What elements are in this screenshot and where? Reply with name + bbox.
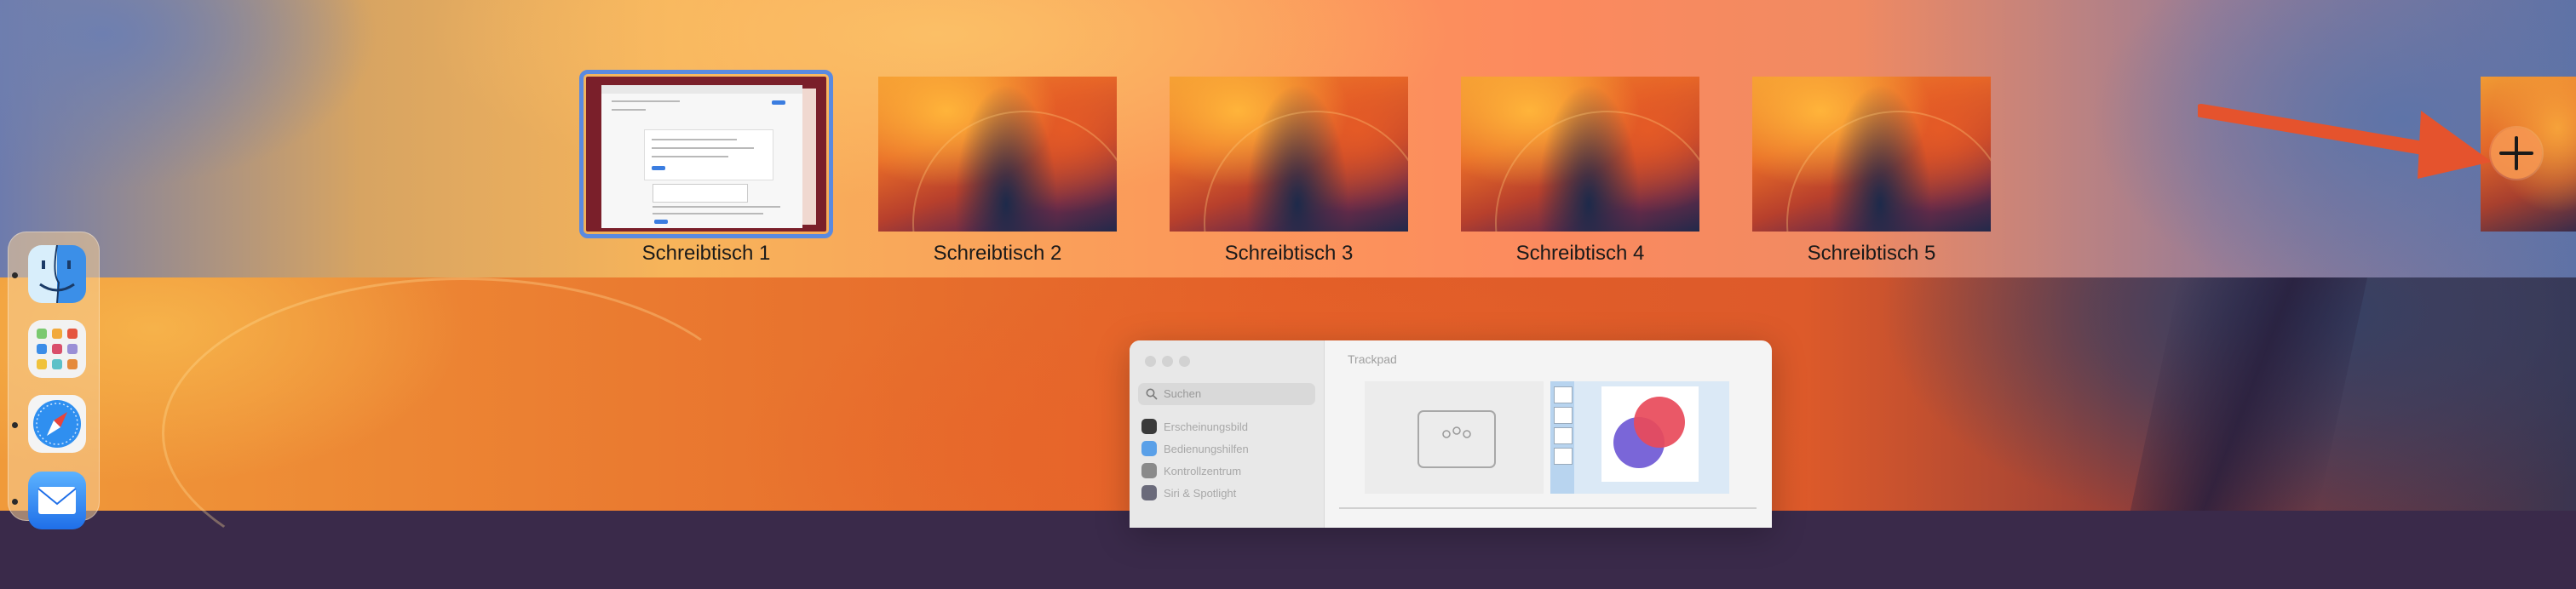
mission-control-spaces-bar: Schreibtisch 1 Schreibtisch 2 Schreibtis… [0, 0, 2576, 277]
preview-card [1601, 386, 1699, 482]
space-thumbnail-3[interactable] [1170, 77, 1408, 232]
mini-toolbar [601, 85, 802, 94]
pane-title: Trackpad [1348, 352, 1397, 366]
control-center-icon [1141, 463, 1157, 478]
preview-sidebar-strip [1550, 381, 1574, 494]
mini-card [644, 129, 773, 180]
mail-icon[interactable] [28, 472, 86, 529]
mini-card [653, 184, 748, 203]
accessibility-icon [1141, 441, 1157, 456]
mini-browser-window [601, 85, 802, 228]
space-label-1: Schreibtisch 1 [641, 242, 771, 265]
dock [8, 232, 100, 529]
space-thumbnail-5[interactable] [1752, 77, 1991, 232]
mini-button [652, 166, 665, 170]
mini-text-line [653, 213, 763, 214]
trackpad-illustration [1417, 410, 1496, 468]
sidebar-item-appearance[interactable]: Erscheinungsbild [1141, 417, 1248, 436]
space-label-4: Schreibtisch 4 [1515, 242, 1645, 265]
preview-thumb [1554, 386, 1573, 403]
sidebar-item-label: Siri & Spotlight [1164, 486, 1237, 500]
sidebar-item-control-center[interactable]: Kontrollzentrum [1141, 461, 1241, 480]
mini-text-line [652, 147, 754, 149]
space-thumbnail-4[interactable] [1461, 77, 1699, 232]
running-indicator [12, 272, 18, 278]
mini-text-line [653, 206, 780, 208]
preview-thumb [1554, 448, 1573, 465]
close-window-button[interactable] [1145, 356, 1156, 367]
sidebar-item-label: Erscheinungsbild [1164, 420, 1249, 433]
mini-button [772, 100, 785, 105]
red-arrow-icon [2198, 104, 2492, 179]
sidebar-item-siri-spotlight[interactable]: Siri & Spotlight [1141, 483, 1236, 502]
mini-text-line [612, 100, 680, 102]
running-indicator [12, 499, 18, 505]
mini-text-line [612, 109, 646, 111]
search-field[interactable]: Suchen [1138, 383, 1315, 405]
wallpaper-swoosh [162, 277, 763, 589]
gesture-illustration [1365, 381, 1544, 494]
zoom-window-button[interactable] [1179, 356, 1190, 367]
search-placeholder: Suchen [1164, 387, 1202, 400]
sidebar-item-accessibility[interactable]: Bedienungshilfen [1141, 439, 1249, 458]
appearance-icon [1141, 419, 1157, 434]
siri-icon [1141, 485, 1157, 500]
launchpad-icon[interactable] [28, 320, 86, 378]
minimize-window-button[interactable] [1162, 356, 1173, 367]
running-indicator [12, 422, 18, 428]
finger-dots-icon [1442, 426, 1471, 438]
space-label-2: Schreibtisch 2 [933, 242, 1062, 265]
space-thumbnail-1[interactable] [579, 70, 833, 238]
settings-sidebar: Suchen Erscheinungsbild Bedienungshilfen… [1130, 340, 1325, 528]
wallpaper-ridge [2130, 277, 2368, 511]
space-thumbnail-2[interactable] [878, 77, 1117, 232]
space-label-5: Schreibtisch 5 [1807, 242, 1936, 265]
mini-text-line [652, 156, 728, 157]
space-label-3: Schreibtisch 3 [1224, 242, 1354, 265]
system-settings-window: Suchen Erscheinungsbild Bedienungshilfen… [1130, 340, 1772, 528]
mini-text-line [652, 139, 737, 140]
safari-icon[interactable] [28, 395, 86, 453]
overlapping-circles-icon [1613, 397, 1685, 468]
search-icon [1146, 388, 1158, 400]
gesture-preview [1550, 381, 1729, 494]
finder-icon[interactable] [28, 245, 86, 303]
preview-thumb [1554, 427, 1573, 444]
mini-side-window [802, 89, 816, 225]
settings-divider [1339, 507, 1757, 509]
preview-thumb [1554, 407, 1573, 424]
add-space-button[interactable] [2491, 128, 2542, 179]
plus-icon [2499, 136, 2533, 170]
sidebar-item-label: Bedienungshilfen [1164, 442, 1249, 455]
sidebar-item-label: Kontrollzentrum [1164, 464, 1242, 477]
mini-button [654, 220, 668, 224]
